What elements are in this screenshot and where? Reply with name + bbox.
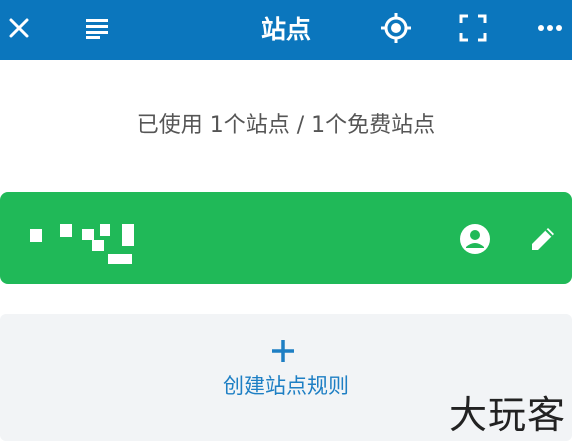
list-icon[interactable] xyxy=(80,0,114,56)
scan-icon[interactable] xyxy=(456,0,490,56)
plus-icon[interactable] xyxy=(268,336,298,366)
more-icon[interactable] xyxy=(534,0,566,56)
site-name-redacted xyxy=(0,192,200,284)
top-bar: 站点 xyxy=(0,0,572,60)
watermark-text: 大玩客 xyxy=(448,393,566,437)
usage-summary: 已使用 1个站点 / 1个免费站点 xyxy=(136,113,436,138)
locate-icon[interactable] xyxy=(378,0,414,56)
edit-icon[interactable] xyxy=(526,222,560,256)
site-page: 站点 已使用 1个站点 / 1个免费站点 创建站点规则 大玩客 xyxy=(0,0,572,441)
account-icon[interactable] xyxy=(458,222,492,256)
close-icon[interactable] xyxy=(0,0,38,56)
